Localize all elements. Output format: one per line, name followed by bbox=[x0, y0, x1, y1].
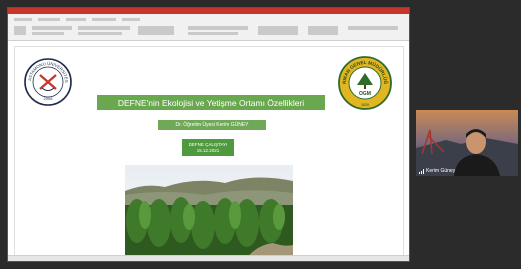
ribbon-group[interactable] bbox=[348, 26, 398, 30]
signal-icon bbox=[419, 168, 424, 174]
ribbon-tab[interactable] bbox=[122, 18, 140, 21]
participant-video-feed bbox=[416, 110, 518, 176]
status-bar bbox=[8, 255, 409, 261]
participant-name-tag: Kerim Güney bbox=[419, 168, 455, 174]
event-date-box: DEFNE ÇALIŞTAYI 15.12.2021 bbox=[182, 139, 234, 156]
ribbon-group[interactable] bbox=[78, 26, 130, 30]
presentation-slide: KASTAMONU ÜNİVERSİTESİ 2006 DEFNE'nin Ek… bbox=[14, 46, 404, 261]
university-logo: KASTAMONU ÜNİVERSİTESİ 2006 bbox=[23, 55, 72, 106]
ribbon-toolbar bbox=[8, 14, 409, 41]
shared-screen: KASTAMONU ÜNİVERSİTESİ 2006 DEFNE'nin Ek… bbox=[7, 7, 410, 262]
participant-name: Kerim Güney bbox=[426, 168, 456, 174]
ribbon-group[interactable] bbox=[78, 32, 122, 35]
slide-title: DEFNE'nin Ekolojisi ve Yetişme Ortamı Öz… bbox=[97, 95, 325, 110]
ribbon-group[interactable] bbox=[258, 26, 298, 35]
ribbon-group[interactable] bbox=[308, 26, 338, 35]
participant-video: Kerim Güney bbox=[416, 110, 518, 176]
ribbon-group[interactable] bbox=[138, 26, 174, 35]
ribbon-tab[interactable] bbox=[92, 18, 116, 21]
paste-icon[interactable] bbox=[14, 26, 26, 35]
ribbon-group[interactable] bbox=[188, 26, 248, 30]
ribbon-tab[interactable] bbox=[14, 18, 32, 21]
ribbon-group[interactable] bbox=[188, 32, 238, 35]
right-logo-year: 1839 bbox=[361, 103, 369, 107]
ribbon-group[interactable] bbox=[32, 32, 64, 35]
slide-author: Dr. Öğretim Üyesi Kerim GÜNEY bbox=[158, 120, 266, 130]
right-logo-abbr: OGM bbox=[359, 91, 371, 97]
left-logo-year: 2006 bbox=[44, 96, 54, 101]
ribbon-tab[interactable] bbox=[38, 18, 60, 21]
forestry-logo: ORMAN GENEL MÜDÜRLÜĞÜ OGM 1839 bbox=[337, 55, 392, 110]
ribbon-tab[interactable] bbox=[66, 18, 86, 21]
event-date: 15.12.2021 bbox=[196, 147, 220, 153]
ribbon-group[interactable] bbox=[32, 26, 72, 30]
laurel-field-photo bbox=[125, 165, 293, 261]
